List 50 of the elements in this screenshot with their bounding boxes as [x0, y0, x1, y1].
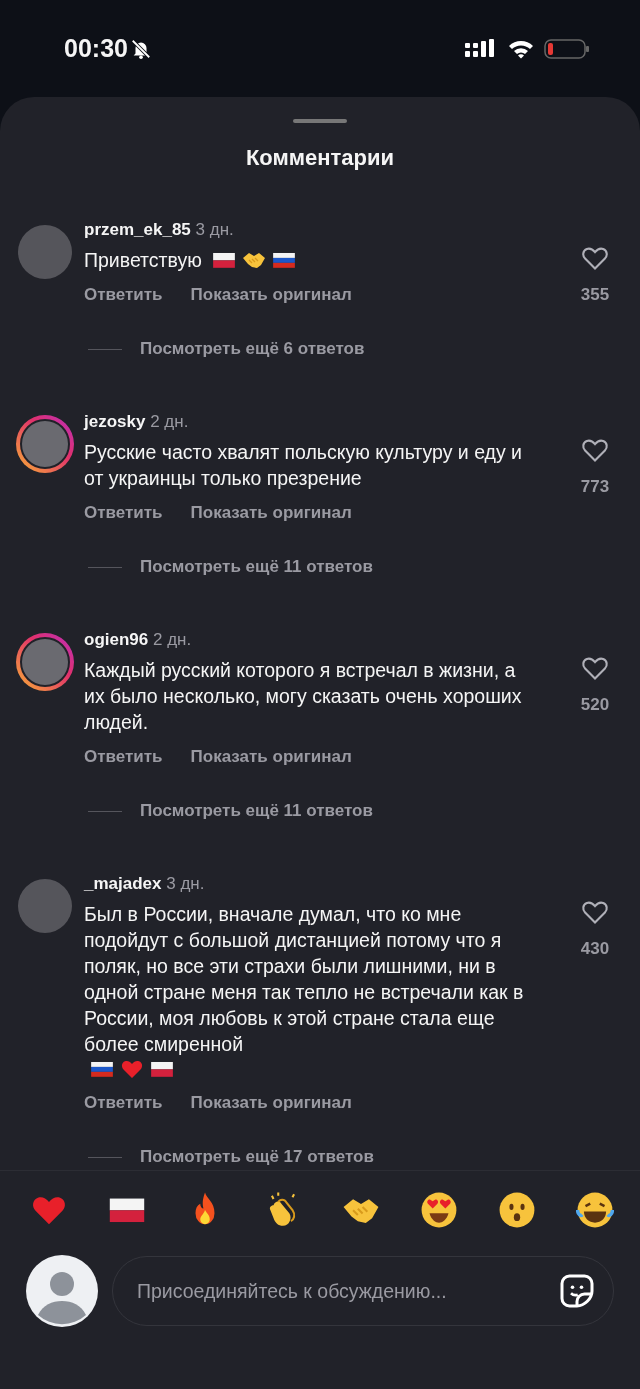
view-replies-link[interactable]: Посмотреть ещё 11 ответов [140, 801, 373, 821]
show-original-link[interactable]: Показать оригинал [190, 747, 352, 767]
like-count: 430 [580, 939, 610, 959]
story-ring-avatar[interactable] [16, 415, 74, 473]
reply-link[interactable]: Ответить [84, 503, 163, 523]
username[interactable]: przem_ek_85 [84, 220, 191, 239]
russia-flag-icon [90, 1060, 114, 1078]
laughing-tears-emoji-icon[interactable] [576, 1191, 614, 1229]
comment-age: 3 дн. [166, 874, 205, 893]
like-heart-icon[interactable] [581, 899, 609, 925]
username[interactable]: _majadex [84, 874, 162, 893]
drag-handle[interactable] [293, 119, 347, 123]
comment-text: Был в России, вначале думал, что ко мне подойдут с большой дистанцией потому что я поляк, но все эти страхи были лишними, ни в одной стране меня так тепло не встречали как в России, моя любовь к этой стране стала еще более смиренной [84, 902, 525, 1057]
like-heart-icon[interactable] [581, 245, 609, 271]
reply-link[interactable]: Ответить [84, 1093, 163, 1113]
poland-flag-icon[interactable] [108, 1196, 146, 1224]
show-original-link[interactable]: Показать оригинал [190, 285, 352, 305]
reply-link[interactable]: Ответить [84, 747, 163, 767]
profile-avatar-icon [26, 1255, 98, 1327]
comment-age: 2 дн. [150, 412, 189, 431]
username[interactable]: ogien96 [84, 630, 149, 649]
view-replies-link[interactable]: Посмотреть ещё 17 ответов [140, 1147, 374, 1167]
russia-flag-icon [271, 251, 296, 269]
comment-text: Каждый русский которого я встречал в жизни, а их было несколько, могу сказать очень хороших людей. [84, 658, 523, 735]
poland-flag-icon [150, 1060, 174, 1078]
show-original-link[interactable]: Показать оригинал [190, 503, 352, 523]
wifi-icon [508, 38, 534, 59]
view-replies-link[interactable]: Посмотреть ещё 6 ответов [140, 339, 365, 359]
status-time: 00:30 [64, 34, 128, 63]
like-count: 355 [580, 285, 610, 305]
show-original-link[interactable]: Показать оригинал [190, 1093, 352, 1113]
sheet-title: Комментарии [244, 145, 396, 171]
heart-eyes-emoji-icon[interactable] [420, 1191, 458, 1229]
reply-link[interactable]: Ответить [84, 285, 163, 305]
sticker-icon[interactable] [559, 1273, 595, 1309]
like-count: 773 [580, 477, 610, 497]
like-heart-icon[interactable] [581, 437, 609, 463]
like-heart-icon[interactable] [581, 655, 609, 681]
battery-icon [544, 37, 590, 60]
username[interactable]: jezosky [84, 412, 146, 431]
comment-input-field[interactable]: Присоединяйтесь к обсуждению... [135, 1278, 559, 1304]
comment-text: Русские часто хвалят польскую культуру и еду и от украинцы только презрение [84, 440, 523, 491]
comment-age: 2 дн. [153, 630, 192, 649]
comment-text: Приветствую [84, 248, 202, 273]
poland-flag-icon [211, 251, 236, 269]
story-ring-avatar[interactable] [16, 633, 74, 691]
like-count: 520 [580, 695, 610, 715]
view-replies-link[interactable]: Посмотреть ещё 11 ответов [140, 557, 373, 577]
surprised-emoji-icon[interactable] [498, 1191, 536, 1229]
comment-age: 3 дн. [195, 220, 234, 239]
